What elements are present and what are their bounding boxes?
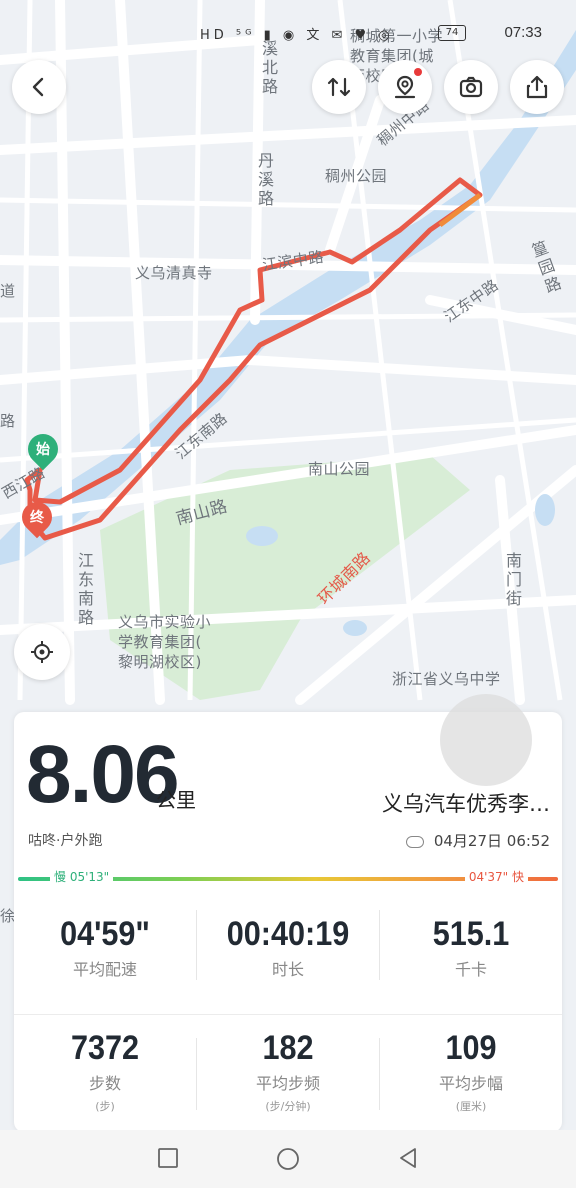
stat-calories: 515.1 千卡 xyxy=(380,914,562,980)
location-pin-icon xyxy=(394,75,416,99)
route-swap-icon xyxy=(327,77,351,97)
stat-value: 182 xyxy=(262,1029,314,1067)
stat-unit: (步) xyxy=(95,1100,115,1113)
locate-button[interactable] xyxy=(14,624,70,680)
status-bar: HD ⁵ᴳ ▮ ◉ 文 ✉ ♥ ◎ 74 07:33 xyxy=(200,20,546,48)
map-label: 浙江省义乌中学 xyxy=(392,670,501,688)
activity-type: 咕咚·户外跑 xyxy=(28,833,103,849)
stat-value: 04'59" xyxy=(60,915,150,953)
stat-value: 00:40:19 xyxy=(226,915,350,953)
stat-label: 千卡 xyxy=(454,960,487,979)
pace-slow-label: 慢 05'13" xyxy=(50,868,114,885)
activity-datetime: 04月27日 06:52 xyxy=(405,830,550,851)
route-name[interactable]: 义乌汽车优秀李… xyxy=(382,788,550,818)
map-label: 稠州公园 xyxy=(325,167,388,185)
stat-unit: (厘米) xyxy=(455,1100,487,1113)
cloud-icon xyxy=(405,835,424,848)
floating-assist-button[interactable] xyxy=(440,694,532,786)
battery-icon: 74 xyxy=(438,25,466,41)
route-swap-button[interactable] xyxy=(312,60,366,114)
map-label: 义乌市实验小 学教育集团( 黎明湖校区) xyxy=(118,613,212,671)
stats-row: 04'59" 平均配速 00:40:19 时长 515.1 千卡 xyxy=(14,902,562,1012)
map-label: 南门街 xyxy=(503,552,522,609)
location-pin-button[interactable] xyxy=(378,60,432,114)
camera-button[interactable] xyxy=(444,60,498,114)
back-icon xyxy=(32,77,44,97)
stat-label: 平均步幅 xyxy=(438,1074,503,1093)
stat-unit: (步/分钟) xyxy=(265,1100,311,1113)
share-button[interactable] xyxy=(510,60,564,114)
map-label: 江东南路 xyxy=(75,552,94,628)
map-label: 道 xyxy=(0,282,16,300)
map-label: 义乌清真寺 xyxy=(135,264,213,282)
stat-cadence: 182 平均步频 (步/分钟) xyxy=(197,1028,379,1114)
map-label: 路 xyxy=(0,412,16,430)
map-label: 丹溪路 xyxy=(255,152,274,209)
recent-apps-button[interactable] xyxy=(156,1146,180,1174)
stat-label: 平均配速 xyxy=(72,960,137,979)
stat-value: 7372 xyxy=(70,1029,140,1067)
stat-stride: 109 平均步幅 (厘米) xyxy=(380,1028,562,1114)
system-nav-bar xyxy=(0,1130,576,1188)
home-button[interactable] xyxy=(275,1146,301,1176)
stats-row: 7372 步数 (步) 182 平均步频 (步/分钟) 109 平均步幅 (厘米… xyxy=(14,1014,562,1124)
stat-label: 平均步频 xyxy=(255,1074,320,1093)
back-nav-icon xyxy=(400,1148,416,1168)
stat-duration: 00:40:19 时长 xyxy=(197,914,379,980)
distance-value: 8.06 xyxy=(26,729,180,820)
back-nav-button[interactable] xyxy=(396,1146,420,1174)
map-label: 溪北路 xyxy=(259,40,278,97)
pace-bar: 慢 05'13" 04'37" 快 xyxy=(18,868,558,888)
stat-label: 步数 xyxy=(88,1074,121,1093)
recent-apps-icon xyxy=(158,1148,178,1168)
stat-value: 109 xyxy=(445,1029,497,1067)
camera-icon xyxy=(459,76,483,98)
pace-fast-label: 04'37" 快 xyxy=(464,868,528,885)
datetime-text: 04月27日 06:52 xyxy=(433,832,550,850)
crosshair-icon xyxy=(31,641,53,663)
stat-avg-pace: 04'59" 平均配速 xyxy=(14,914,196,980)
share-icon xyxy=(526,75,548,99)
stat-steps: 7372 步数 (步) xyxy=(14,1028,196,1114)
notification-dot xyxy=(414,68,422,76)
status-time: 07:33 xyxy=(504,24,542,41)
stat-value: 515.1 xyxy=(432,915,510,953)
home-icon xyxy=(277,1148,299,1170)
map-label: 南山公园 xyxy=(308,460,371,478)
back-button[interactable] xyxy=(12,60,66,114)
distance-unit: 公里 xyxy=(156,788,196,812)
stat-label: 时长 xyxy=(271,960,304,979)
status-icons: HD ⁵ᴳ ▮ ◉ 文 ✉ ♥ ◎ xyxy=(200,28,394,43)
